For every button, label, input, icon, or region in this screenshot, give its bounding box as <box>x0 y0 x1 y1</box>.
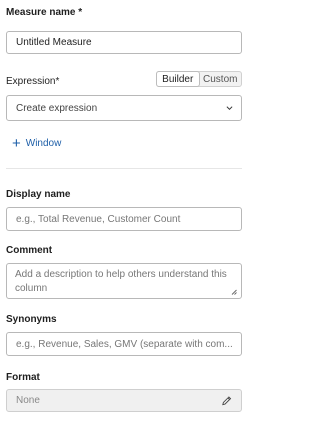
measure-name-value: Untitled Measure <box>16 37 92 48</box>
tab-custom[interactable]: Custom <box>200 72 242 86</box>
synonyms-label: Synonyms <box>6 314 57 325</box>
measure-name-label: Measure name * <box>6 7 83 18</box>
plus-icon: + <box>12 135 21 152</box>
comment-label: Comment <box>6 245 53 256</box>
chevron-down-icon <box>226 106 233 111</box>
measure-name-input[interactable]: Untitled Measure <box>6 31 242 54</box>
add-window-link[interactable]: + Window <box>12 136 61 151</box>
resize-handle-icon[interactable] <box>231 289 237 295</box>
display-name-placeholder: e.g., Total Revenue, Customer Count <box>16 213 181 225</box>
synonyms-placeholder: e.g., Revenue, Sales, GMV (separate with… <box>16 338 233 350</box>
expression-select[interactable]: Create expression <box>6 95 242 121</box>
pencil-icon[interactable] <box>221 395 232 406</box>
format-field[interactable]: None <box>6 389 242 412</box>
expression-mode-toggle: Builder Custom <box>156 71 242 87</box>
display-name-input[interactable]: e.g., Total Revenue, Customer Count <box>6 207 242 231</box>
expression-label: Expression* <box>6 76 60 87</box>
display-name-label: Display name <box>6 189 71 200</box>
format-label: Format <box>6 372 40 383</box>
expression-placeholder: Create expression <box>16 102 98 114</box>
synonyms-input[interactable]: e.g., Revenue, Sales, GMV (separate with… <box>6 332 242 356</box>
comment-placeholder: Add a description to help others underst… <box>15 269 227 294</box>
window-link-label: Window <box>25 138 62 149</box>
format-value: None <box>16 395 40 406</box>
section-divider <box>6 168 242 169</box>
tab-builder[interactable]: Builder <box>156 71 200 87</box>
